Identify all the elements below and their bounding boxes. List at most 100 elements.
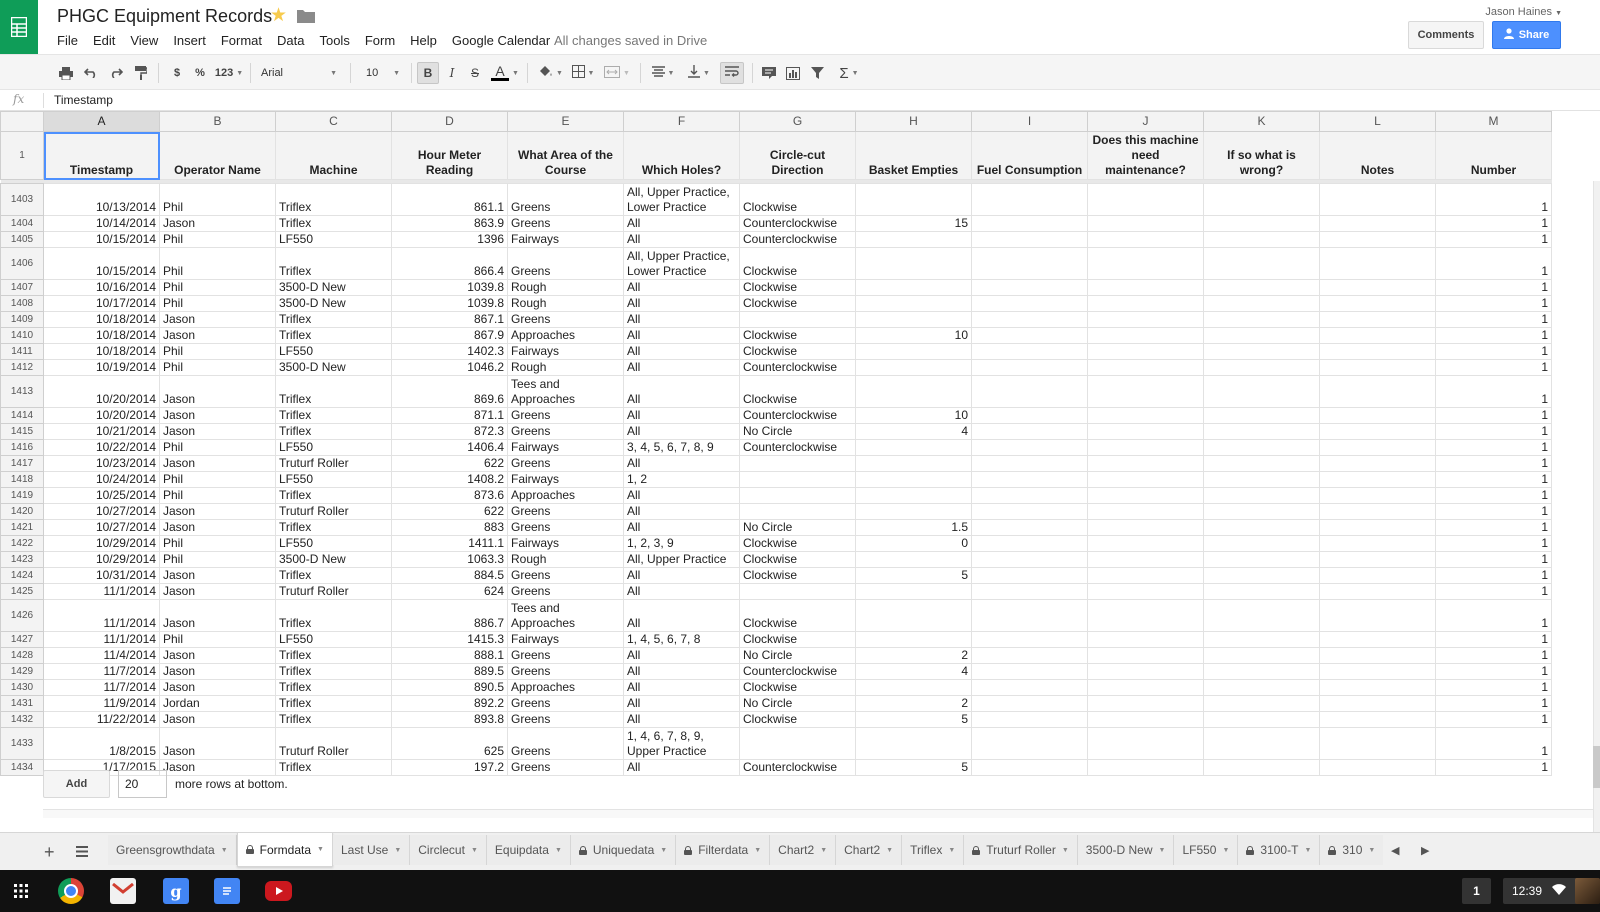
fuel-cell[interactable] xyxy=(971,695,1088,712)
machine-cell[interactable]: Triflex xyxy=(275,599,392,632)
timestamp-cell[interactable]: 10/20/2014 xyxy=(43,407,160,424)
problem-cell[interactable] xyxy=(1203,519,1320,536)
timestamp-cell[interactable]: 10/29/2014 xyxy=(43,535,160,552)
number-cell[interactable]: 1 xyxy=(1435,295,1552,312)
chevron-down-icon[interactable]: ▼ xyxy=(317,846,324,853)
insert-chart-icon[interactable] xyxy=(784,62,802,84)
row-number[interactable]: 1414 xyxy=(0,407,44,424)
maintenance-cell[interactable] xyxy=(1087,247,1204,280)
operator-cell[interactable]: Jason xyxy=(159,503,276,520)
chevron-down-icon[interactable]: ▼ xyxy=(948,847,955,854)
filter-icon[interactable] xyxy=(808,62,826,84)
area-cell[interactable]: Rough xyxy=(507,551,624,568)
area-cell[interactable]: Greens xyxy=(507,759,624,776)
operator-cell[interactable]: Jason xyxy=(159,407,276,424)
area-cell[interactable]: Greens xyxy=(507,311,624,328)
hour-meter-cell[interactable]: 869.6 xyxy=(391,375,508,408)
basket-empties-cell[interactable]: 5 xyxy=(855,759,972,776)
basket-empties-cell[interactable] xyxy=(855,439,972,456)
notes-cell[interactable] xyxy=(1319,455,1436,472)
number-cell[interactable]: 1 xyxy=(1435,583,1552,600)
area-cell[interactable]: Greens xyxy=(507,647,624,664)
operator-cell[interactable]: Phil xyxy=(159,535,276,552)
holes-cell[interactable]: All xyxy=(623,695,740,712)
menu-data[interactable]: Data xyxy=(277,32,319,50)
maintenance-cell[interactable] xyxy=(1087,583,1204,600)
maintenance-cell[interactable] xyxy=(1087,439,1204,456)
maintenance-cell[interactable] xyxy=(1087,519,1204,536)
column-header-k[interactable]: K xyxy=(1203,111,1320,132)
basket-empties-cell[interactable] xyxy=(855,583,972,600)
holes-cell[interactable]: All, Upper Practice, Lower Practice xyxy=(623,183,740,216)
maintenance-cell[interactable] xyxy=(1087,311,1204,328)
add-rows-button[interactable]: Add xyxy=(43,770,110,798)
column-header-g[interactable]: G xyxy=(739,111,856,132)
basket-empties-cell[interactable] xyxy=(855,503,972,520)
row-number[interactable]: 1431 xyxy=(0,695,44,712)
basket-empties-cell[interactable] xyxy=(855,727,972,760)
print-icon[interactable] xyxy=(57,62,75,84)
problem-cell[interactable] xyxy=(1203,455,1320,472)
holes-cell[interactable]: All xyxy=(623,359,740,376)
column-header-j[interactable]: J xyxy=(1087,111,1204,132)
number-cell[interactable]: 1 xyxy=(1435,567,1552,584)
hour-meter-cell[interactable]: 872.3 xyxy=(391,423,508,440)
maintenance-cell[interactable] xyxy=(1087,631,1204,648)
operator-cell[interactable]: Jason xyxy=(159,711,276,728)
machine-cell[interactable]: Truturf Roller xyxy=(275,503,392,520)
sheet-grid[interactable]: ABCDEFGHIJKLM 1 Timestamp Operator Name Ma… xyxy=(0,111,1600,832)
area-cell[interactable]: Greens xyxy=(507,183,624,216)
holes-cell[interactable]: All, Upper Practice xyxy=(623,551,740,568)
timestamp-cell[interactable]: 11/9/2014 xyxy=(43,695,160,712)
area-cell[interactable]: Fairways xyxy=(507,231,624,248)
operator-cell[interactable]: Phil xyxy=(159,359,276,376)
chrome-icon[interactable] xyxy=(58,878,84,904)
holes-cell[interactable]: All xyxy=(623,759,740,776)
timestamp-cell[interactable]: 10/14/2014 xyxy=(43,215,160,232)
machine-cell[interactable]: Truturf Roller xyxy=(275,583,392,600)
notes-cell[interactable] xyxy=(1319,679,1436,696)
area-cell[interactable]: Fairways xyxy=(507,439,624,456)
sheet-tab[interactable]: 3100-T ▼ xyxy=(1238,835,1321,865)
area-cell[interactable]: Greens xyxy=(507,519,624,536)
header-cell[interactable]: Fuel Consumption xyxy=(971,131,1088,180)
row-number[interactable]: 1 xyxy=(0,131,44,180)
timestamp-cell[interactable]: 10/22/2014 xyxy=(43,439,160,456)
timestamp-cell[interactable]: 10/16/2014 xyxy=(43,279,160,296)
fuel-cell[interactable] xyxy=(971,647,1088,664)
machine-cell[interactable]: 3500-D New xyxy=(275,551,392,568)
row-number[interactable]: 1421 xyxy=(0,519,44,536)
hour-meter-cell[interactable]: 867.9 xyxy=(391,327,508,344)
timestamp-cell[interactable]: 11/1/2014 xyxy=(43,631,160,648)
number-cell[interactable]: 1 xyxy=(1435,487,1552,504)
fuel-cell[interactable] xyxy=(971,295,1088,312)
maintenance-cell[interactable] xyxy=(1087,695,1204,712)
row-number[interactable]: 1430 xyxy=(0,679,44,696)
fuel-cell[interactable] xyxy=(971,359,1088,376)
timestamp-cell[interactable]: 10/17/2014 xyxy=(43,295,160,312)
notes-cell[interactable] xyxy=(1319,535,1436,552)
timestamp-cell[interactable]: 11/22/2014 xyxy=(43,711,160,728)
chevron-down-icon[interactable]: ▼ xyxy=(660,847,667,854)
timestamp-cell[interactable]: 1/8/2015 xyxy=(43,727,160,760)
row-number[interactable]: 1410 xyxy=(0,327,44,344)
timestamp-cell[interactable]: 10/15/2014 xyxy=(43,247,160,280)
hour-meter-cell[interactable]: 886.7 xyxy=(391,599,508,632)
direction-cell[interactable]: Clockwise xyxy=(739,375,856,408)
document-title[interactable]: PHGC Equipment Records xyxy=(57,6,272,27)
direction-cell[interactable]: Counterclockwise xyxy=(739,359,856,376)
operator-cell[interactable]: Phil xyxy=(159,247,276,280)
basket-empties-cell[interactable] xyxy=(855,295,972,312)
notes-cell[interactable] xyxy=(1319,759,1436,776)
number-cell[interactable]: 1 xyxy=(1435,407,1552,424)
holes-cell[interactable]: All, Upper Practice, Lower Practice xyxy=(623,247,740,280)
column-header-b[interactable]: B xyxy=(159,111,276,132)
area-cell[interactable]: Greens xyxy=(507,711,624,728)
percent-format-button[interactable]: % xyxy=(192,62,208,84)
header-cell[interactable]: Basket Empties xyxy=(855,131,972,180)
timestamp-cell[interactable]: 10/18/2014 xyxy=(43,311,160,328)
direction-cell[interactable]: Clockwise xyxy=(739,247,856,280)
timestamp-cell[interactable]: 11/1/2014 xyxy=(43,599,160,632)
holes-cell[interactable]: 1, 4, 5, 6, 7, 8 xyxy=(623,631,740,648)
menu-form[interactable]: Form xyxy=(365,32,410,50)
